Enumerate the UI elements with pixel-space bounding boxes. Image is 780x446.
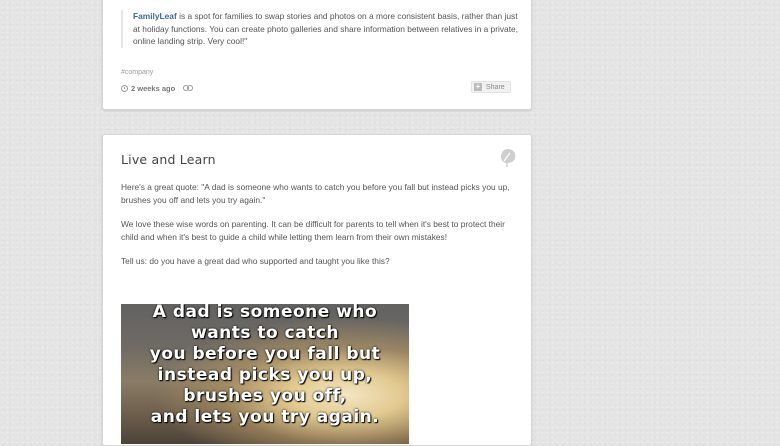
- post-tag[interactable]: #company: [121, 69, 153, 76]
- post-paragraph: Tell us: do you have a great dad who sup…: [121, 256, 390, 266]
- post-meta: 2 weeks ago: [121, 82, 194, 94]
- plus-icon: +: [474, 82, 482, 91]
- comments-icon[interactable]: [183, 84, 194, 92]
- share-label: Share: [486, 83, 505, 91]
- clock-icon: [121, 84, 128, 92]
- post-paragraph: We love these wise words on parenting. I…: [121, 219, 505, 242]
- image-quote-line: brushes you off,: [183, 386, 347, 406]
- quote-image[interactable]: A dad is someone who wants to catch you …: [121, 304, 409, 444]
- post-card-live-and-learn: Live and Learn Here's a great quote: "A …: [102, 134, 532, 446]
- image-quote-line: you before you fall but: [149, 344, 381, 364]
- quote-text: is a spot for families to swap stories a…: [133, 11, 519, 46]
- post-card-familyleaf: FamilyLeaf is a spot for families to swa…: [102, 0, 532, 110]
- image-quote-line: and lets you try again.: [150, 407, 380, 427]
- image-quote-line: A dad is someone who: [152, 304, 378, 322]
- familyleaf-link[interactable]: FamilyLeaf: [133, 11, 177, 21]
- share-button[interactable]: + Share: [471, 81, 511, 93]
- image-quote-line: instead picks you up,: [157, 365, 373, 385]
- leaf-icon: [501, 149, 516, 167]
- post-body: Here's a great quote: "A dad is someone …: [121, 181, 519, 280]
- post-paragraph: Here's a great quote: "A dad is someone …: [121, 182, 510, 205]
- post-timestamp[interactable]: 2 weeks ago: [131, 84, 175, 93]
- post-title[interactable]: Live and Learn: [121, 152, 216, 167]
- post-quote: FamilyLeaf is a spot for families to swa…: [121, 10, 523, 48]
- image-quote-line: wants to catch: [190, 323, 340, 343]
